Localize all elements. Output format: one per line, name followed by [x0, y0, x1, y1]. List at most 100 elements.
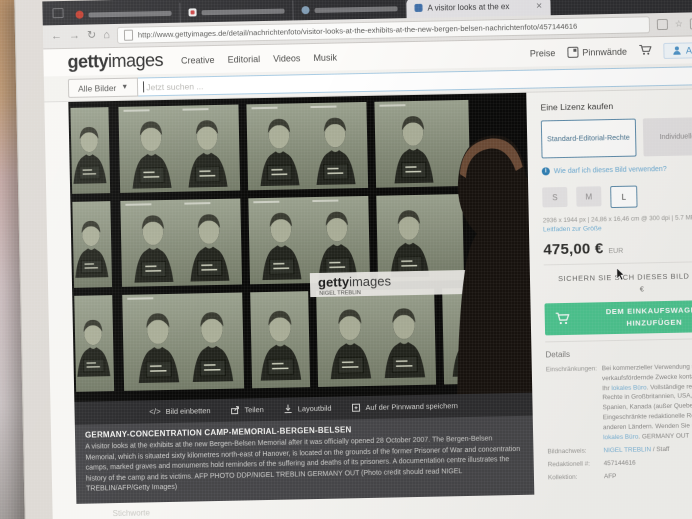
embed-button[interactable]: </> Bild einbetten: [149, 406, 211, 416]
buy-license-heading: Eine Lizenz kaufen: [540, 99, 692, 113]
page-icon: [124, 30, 133, 41]
size-s-button[interactable]: S: [542, 187, 567, 207]
share-icon: [230, 406, 239, 415]
add-to-cart-button[interactable]: DEM EINKAUFSWAGEN HINZUFÜGEN: [544, 299, 692, 335]
local-office-link[interactable]: lokales Büro: [611, 384, 646, 392]
browser-tab-active[interactable]: A visitor looks at the ex ✕: [406, 0, 550, 18]
pricing-link[interactable]: Preise: [530, 48, 556, 59]
nav-item-editorial[interactable]: Editorial: [227, 54, 260, 65]
local-office-link[interactable]: lokales Büro: [603, 434, 638, 442]
share-label: Teilen: [244, 405, 263, 414]
collection-label: Kollektion:: [548, 472, 604, 483]
cart-icon[interactable]: [639, 42, 652, 60]
tab-title-smudge: [314, 6, 397, 13]
tab-favicon: [76, 11, 84, 19]
tab-favicon: [414, 4, 422, 12]
offer-banner: SICHERN SIE SICH DIESES BILD FÜR 425 €: [544, 267, 692, 303]
browser-tab-1[interactable]: [67, 3, 180, 25]
tab-favicon: [188, 8, 196, 16]
chevron-down-icon: ▼: [121, 84, 128, 91]
browser-tab-2[interactable]: [180, 0, 293, 22]
nav-item-videos[interactable]: Videos: [273, 53, 301, 64]
credit-row: Bildnachweis: NIGEL TREBLIN / Staff: [547, 444, 692, 458]
offer-text: SICHERN SIE SICH DIESES BILD FÜR 425 €: [558, 271, 692, 294]
usage-info-row: i Wie darf ich dieses Bild verwenden?: [542, 164, 692, 176]
star-icon[interactable]: ☆: [675, 19, 683, 30]
restrictions-segment: . GERMANY OUT: [638, 433, 689, 441]
usage-info-link[interactable]: Wie darf ich dieses Bild verwenden?: [554, 165, 667, 174]
divider: [544, 260, 692, 265]
person-icon: [673, 46, 682, 55]
info-icon: i: [542, 167, 550, 175]
reload-icon[interactable]: ↻: [87, 30, 96, 41]
home-icon[interactable]: ⌂: [103, 30, 110, 41]
caption-body: A visitor looks at the exhibits at the n…: [85, 434, 524, 495]
filter-label: Alle Bilder: [78, 82, 116, 93]
search-filter-dropdown[interactable]: Alle Bilder ▼: [68, 78, 139, 98]
individual-rights-button[interactable]: Individuelle Rechte: [642, 117, 692, 157]
svg-text:gettyimages: gettyimages: [318, 273, 392, 289]
tab-title-smudge: [89, 10, 172, 17]
editorial-value: 457144616: [604, 456, 692, 469]
price-currency: EUR: [608, 248, 623, 255]
restrictions-label: Einschränkungen:: [546, 364, 604, 444]
restrictions-row: Einschränkungen: Bei kommerzieller Verwe…: [546, 361, 692, 444]
tab-title-smudge: [202, 8, 285, 15]
credit-value: NIGEL TREBLIN / Staff: [603, 444, 692, 457]
add-to-cart-label: DEM EINKAUFSWAGEN HINZUFÜGEN: [577, 304, 692, 330]
main-image: gettyimages NIGEL TREBLIN: [68, 93, 532, 402]
signin-button[interactable]: Anmelden: [664, 41, 692, 58]
size-l-button[interactable]: L: [610, 186, 637, 209]
details-heading: Details: [545, 346, 692, 359]
signin-label: Anmelden: [686, 44, 692, 55]
layout-image-button[interactable]: Layoutbild: [284, 404, 332, 414]
divider: [545, 337, 692, 342]
tab-favicon: [301, 6, 309, 14]
header-right: Preise Pinnwände Anmelden: [530, 40, 692, 62]
editorial-label: Redaktionell #:: [548, 459, 604, 470]
credit-label: Bildnachweis:: [547, 446, 603, 457]
exhibit-photo: gettyimages NIGEL TREBLIN: [68, 93, 532, 402]
url-text: http://www.gettyimages.de/detail/nachric…: [138, 20, 643, 39]
boards-label: Pinnwände: [582, 46, 627, 57]
back-icon[interactable]: ←: [51, 31, 62, 42]
boards-icon: [567, 47, 578, 58]
standard-editorial-rights-button[interactable]: Standard-Editorial-Rechte: [541, 119, 636, 159]
save-to-board-button[interactable]: Auf der Pinnwand speichern: [351, 401, 458, 412]
caption-block: GERMANY-CONCENTRATION CAMP-MEMORIAL-BERG…: [75, 416, 534, 504]
tab-title: A visitor looks at the ex: [427, 1, 530, 12]
nav-item-creative[interactable]: Creative: [181, 54, 215, 65]
window-controls-icon[interactable]: [52, 8, 63, 18]
gettyimages-logo[interactable]: gettyimages: [67, 50, 163, 73]
credit-suffix: / Staff: [651, 446, 669, 453]
embed-code-icon: </>: [149, 407, 161, 416]
tab-close-icon[interactable]: ✕: [536, 1, 543, 10]
browser-tab-3[interactable]: [293, 0, 406, 20]
pinboard-icon: [351, 403, 360, 412]
purchase-sidebar: Eine Lizenz kaufen Standard-Editorial-Re…: [538, 88, 692, 519]
keywords-heading: Stichworte: [113, 508, 151, 518]
main-nav: Creative Editorial Videos Musik: [181, 52, 337, 65]
page-content: gettyimages NIGEL TREBLIN: [44, 88, 692, 519]
size-guide-link[interactable]: Leitfaden zur Größe: [543, 222, 692, 233]
bookmark-icon[interactable]: [657, 19, 668, 30]
nav-item-musik[interactable]: Musik: [313, 52, 337, 62]
size-m-button[interactable]: M: [576, 186, 601, 206]
download-icon: [284, 404, 293, 413]
forward-icon[interactable]: →: [69, 31, 80, 42]
svg-text:NIGEL TREBLIN: NIGEL TREBLIN: [319, 290, 361, 297]
photographed-monitor-scene: A visitor looks at the ex ✕ ← → ↻ ⌂ http…: [0, 0, 692, 519]
cart-icon: [555, 312, 570, 325]
size-options: S M L: [542, 184, 692, 210]
price-row: 475,00 € EUR: [543, 237, 692, 258]
layout-label: Layoutbild: [298, 404, 332, 414]
boards-link[interactable]: Pinnwände: [567, 46, 627, 58]
asset-column: gettyimages NIGEL TREBLIN: [68, 93, 535, 519]
photographer-link[interactable]: NIGEL TREBLIN: [603, 446, 651, 454]
embed-label: Bild einbetten: [166, 406, 211, 416]
editorial-number-row: Redaktionell #: 457144616: [548, 456, 692, 470]
logo-light: images: [108, 50, 163, 71]
image-dimensions: 2936 x 1944 px | 24,86 x 16,46 cm @ 300 …: [543, 214, 692, 225]
share-button[interactable]: Teilen: [230, 405, 263, 415]
monitor-bezel: A visitor looks at the ex ✕ ← → ↻ ⌂ http…: [14, 0, 692, 519]
